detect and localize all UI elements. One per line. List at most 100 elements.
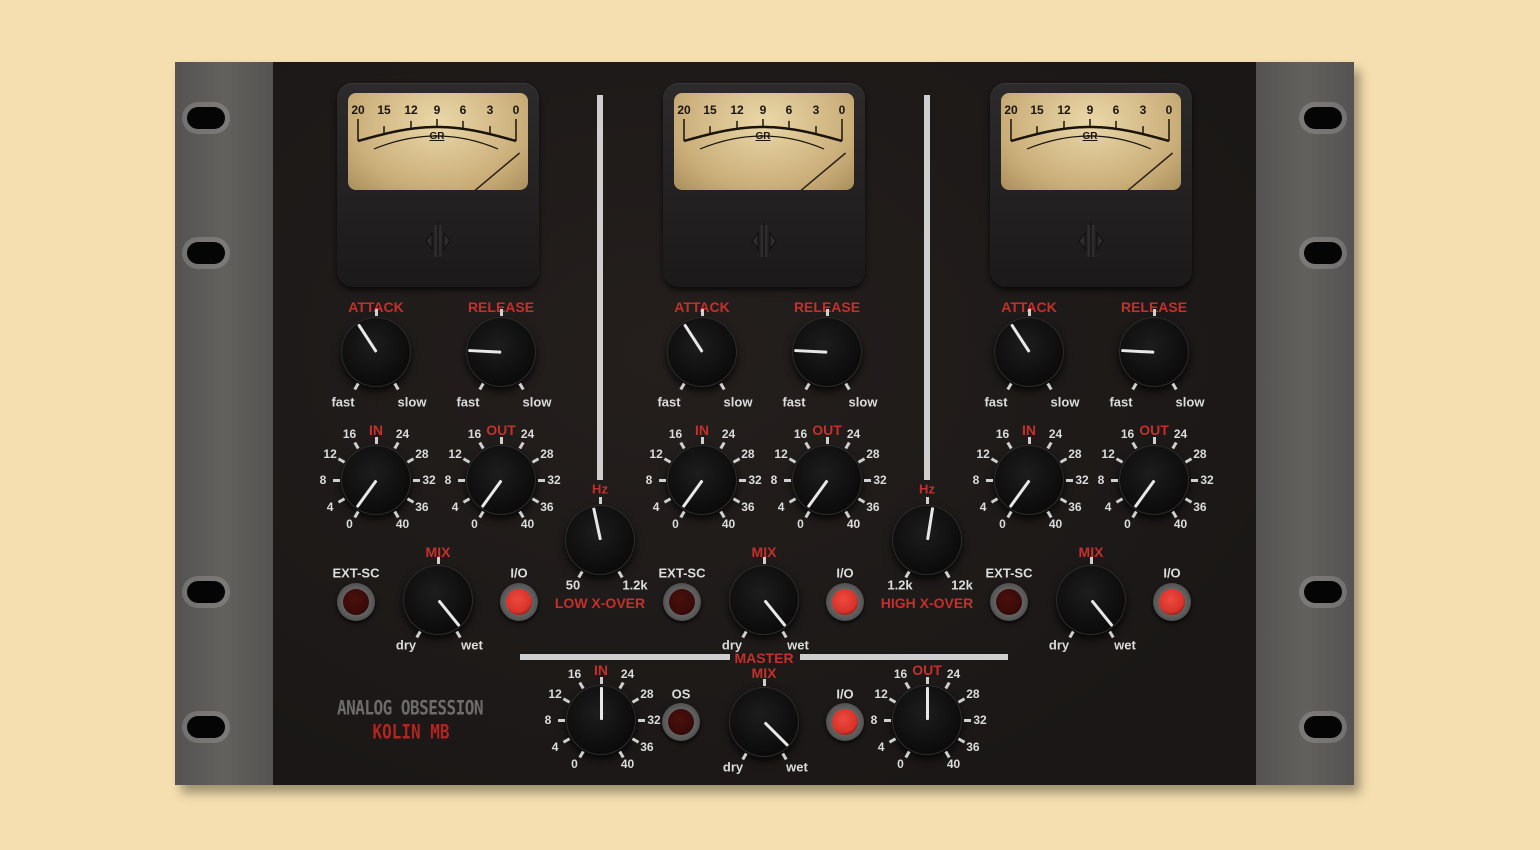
release-knob[interactable] xyxy=(466,317,536,387)
scale-label: 40 xyxy=(946,756,961,771)
output-gain-knob[interactable] xyxy=(1119,445,1189,515)
scale-label: 24 xyxy=(395,427,410,442)
meter-gr-label: GR xyxy=(1083,131,1099,142)
crossover-knob[interactable] xyxy=(565,505,635,575)
scale-tick xyxy=(888,696,897,704)
meter-scale: 20 15 12 9 6 3 0 GR xyxy=(677,103,847,190)
attack-knob-pointer xyxy=(1009,323,1031,353)
mix-knob-pointer xyxy=(436,599,461,627)
scale-tick xyxy=(1184,496,1193,504)
mix-knob[interactable] xyxy=(1056,565,1126,635)
scale-tick xyxy=(943,681,951,690)
scale-tick xyxy=(1005,382,1013,391)
scale-tick xyxy=(1005,441,1013,450)
attack-knob[interactable] xyxy=(667,317,737,387)
scale-tick xyxy=(943,570,951,579)
scale-tick xyxy=(1152,308,1156,316)
crossover-unit-label: Hz xyxy=(592,481,608,497)
master-output-knob[interactable] xyxy=(892,685,962,755)
scale-label: 24 xyxy=(1048,427,1063,442)
mix-wet-label: wet xyxy=(1114,637,1136,653)
scale-tick xyxy=(663,496,672,504)
meter-scale-label: 6 xyxy=(1113,103,1120,117)
scale-label: 28 xyxy=(1193,446,1207,461)
output-gain-knob[interactable] xyxy=(466,445,536,515)
scale-label: 36 xyxy=(741,499,755,514)
scale-tick xyxy=(663,456,672,464)
scale-tick xyxy=(825,308,829,316)
scale-tick xyxy=(762,556,766,564)
scale-tick xyxy=(963,718,971,722)
scale-label: 8 xyxy=(1097,473,1105,487)
release-knob-max-label: slow xyxy=(848,394,878,410)
scale-label: 28 xyxy=(966,686,980,701)
release-knob[interactable] xyxy=(1119,317,1189,387)
scale-tick xyxy=(406,496,415,504)
scale-tick xyxy=(1027,308,1031,316)
master-input-knob[interactable] xyxy=(566,685,636,755)
scale-tick xyxy=(957,696,966,704)
master-mix-knob[interactable] xyxy=(729,687,799,757)
scale-label: 8 xyxy=(645,473,653,487)
scale-tick xyxy=(843,382,851,391)
scale-tick xyxy=(406,456,415,464)
input-gain-knob[interactable] xyxy=(341,445,411,515)
input-gain-knob[interactable] xyxy=(994,445,1064,515)
attack-knob[interactable] xyxy=(341,317,411,387)
scale-label: 28 xyxy=(866,446,880,461)
crossover-max-label: 1.2k xyxy=(622,577,648,593)
scale-tick xyxy=(617,681,625,690)
meter-scale-label: 9 xyxy=(434,103,441,117)
scale-tick xyxy=(957,736,966,744)
ext-sc-button[interactable] xyxy=(990,583,1028,621)
scale-tick xyxy=(462,496,471,504)
band-divider xyxy=(924,95,930,480)
release-knob-pointer xyxy=(1120,348,1155,354)
meter-scale-label: 12 xyxy=(404,103,418,117)
io-button[interactable] xyxy=(1153,583,1191,621)
scale-tick xyxy=(678,441,686,450)
scale-tick xyxy=(562,696,571,704)
mix-knob[interactable] xyxy=(729,565,799,635)
diamond-logo-icon xyxy=(751,221,777,261)
scale-tick xyxy=(985,478,993,482)
scale-tick xyxy=(903,750,911,759)
crossover-knob[interactable] xyxy=(892,505,962,575)
scale-label: 8 xyxy=(972,473,980,487)
io-button[interactable] xyxy=(500,583,538,621)
ext-sc-button[interactable] xyxy=(663,583,701,621)
scale-label: 32 xyxy=(873,473,887,487)
mix-knob[interactable] xyxy=(403,565,473,635)
ext-sc-button[interactable] xyxy=(337,583,375,621)
scale-label: 32 xyxy=(422,473,436,487)
input-gain-knob[interactable] xyxy=(667,445,737,515)
ext-sc-button-lamp xyxy=(996,589,1022,615)
scale-label: 28 xyxy=(741,446,755,461)
scale-tick xyxy=(392,382,400,391)
attack-knob-max-label: slow xyxy=(723,394,753,410)
meter-scale-label: 0 xyxy=(839,103,846,117)
release-knob[interactable] xyxy=(792,317,862,387)
scale-label: 32 xyxy=(647,713,661,727)
master-divider-left xyxy=(520,654,730,660)
scale-label: 32 xyxy=(1200,473,1214,487)
attack-knob-pointer xyxy=(682,323,704,353)
output-gain-knob[interactable] xyxy=(792,445,862,515)
scale-tick xyxy=(557,718,565,722)
attack-knob[interactable] xyxy=(994,317,1064,387)
scale-label: 0 xyxy=(571,756,578,771)
mix-dry-label: dry xyxy=(395,637,417,653)
io-label: I/O xyxy=(510,565,528,581)
product-logo: KOLIN MB xyxy=(372,720,450,744)
os-button[interactable] xyxy=(662,703,700,741)
scale-label: 12 xyxy=(448,446,462,461)
master-title: MASTER xyxy=(734,650,794,666)
scale-tick xyxy=(454,630,462,639)
master-io-button[interactable] xyxy=(826,703,864,741)
meter-scale-label: 6 xyxy=(786,103,793,117)
meter-gr-label: GR xyxy=(756,131,772,142)
meter-scale-label: 9 xyxy=(1087,103,1094,117)
io-button[interactable] xyxy=(826,583,864,621)
scale-tick xyxy=(499,308,503,316)
io-button-lamp xyxy=(832,589,858,615)
